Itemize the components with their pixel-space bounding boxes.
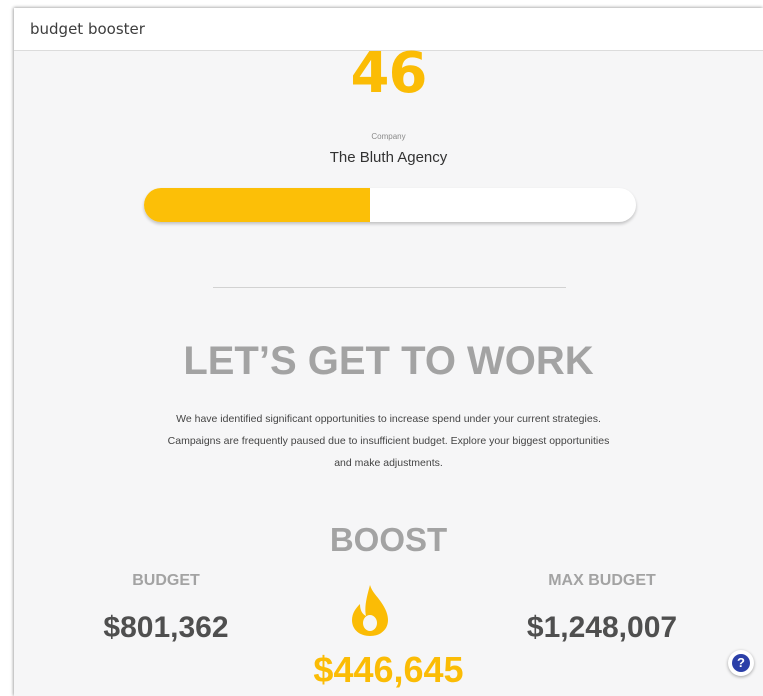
score-progress-bar bbox=[144, 188, 636, 222]
help-button[interactable]: ? bbox=[728, 650, 754, 676]
max-budget-value: $1,248,007 bbox=[526, 611, 678, 644]
help-icon: ? bbox=[732, 654, 750, 672]
intro-paragraph: We have identified significant opportuni… bbox=[167, 413, 610, 469]
budget-value: $801,362 bbox=[103, 611, 229, 644]
score-value: 46 bbox=[350, 41, 428, 106]
budget-label: BUDGET bbox=[132, 572, 200, 589]
section-divider bbox=[213, 287, 566, 288]
boost-title: BOOST bbox=[329, 521, 448, 558]
max-budget-label: MAX BUDGET bbox=[548, 572, 656, 589]
headline: LET’S GET TO WORK bbox=[183, 339, 594, 383]
flame-icon bbox=[352, 585, 388, 636]
company-label: Company bbox=[371, 132, 406, 141]
company-name: The Bluth Agency bbox=[329, 149, 448, 166]
app-title: budget booster bbox=[30, 20, 145, 38]
app-window: budget booster 46 Company The Bluth Agen… bbox=[14, 8, 763, 696]
score-progress-fill bbox=[144, 188, 371, 222]
boost-value: $446,645 bbox=[313, 649, 464, 690]
